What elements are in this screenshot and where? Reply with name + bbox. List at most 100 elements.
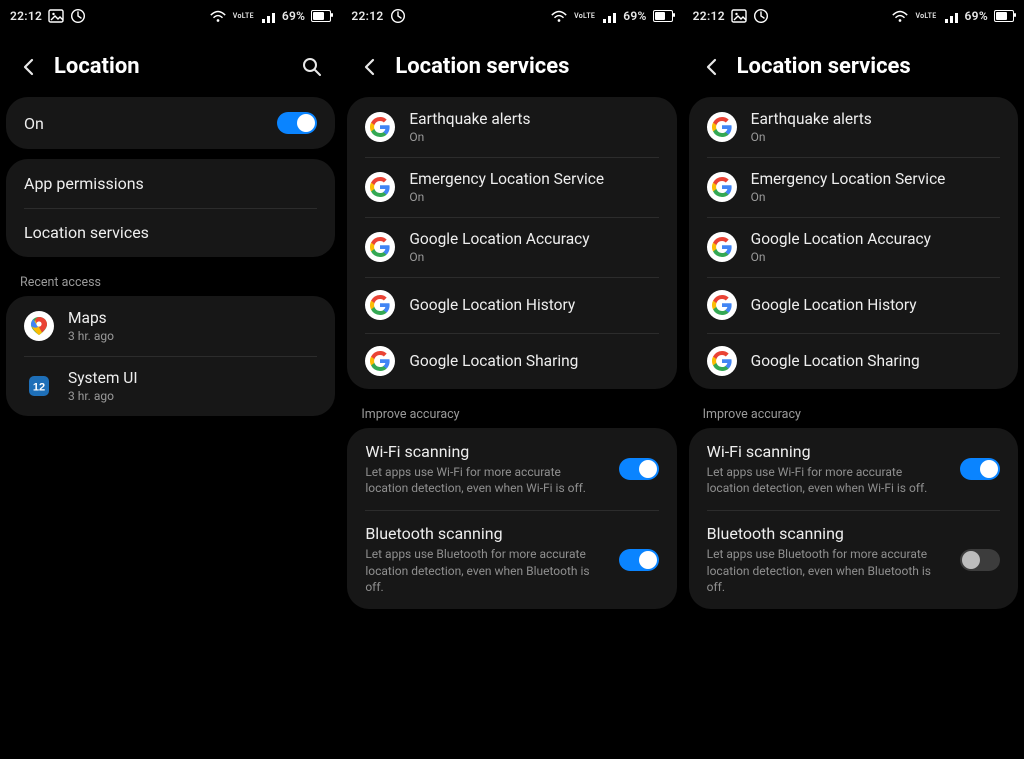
service-label: Google Location Sharing bbox=[409, 352, 658, 370]
wifi-scanning-row[interactable]: Wi-Fi scanning Let apps use Wi-Fi for mo… bbox=[689, 428, 1018, 510]
wifi-scanning-toggle[interactable] bbox=[960, 458, 1000, 480]
improve-accuracy-label: Improve accuracy bbox=[683, 399, 1024, 428]
battery-icon bbox=[311, 10, 331, 22]
app-time: 3 hr. ago bbox=[68, 389, 317, 403]
service-row[interactable]: Emergency Location Service On bbox=[347, 157, 676, 217]
bluetooth-scanning-toggle[interactable] bbox=[960, 549, 1000, 571]
header: Location services bbox=[683, 30, 1024, 97]
service-label: Google Location History bbox=[751, 296, 1000, 314]
service-label: Google Location Accuracy bbox=[409, 230, 658, 248]
scan-label: Bluetooth scanning bbox=[365, 524, 604, 543]
service-row[interactable]: Google Location Sharing bbox=[689, 333, 1018, 389]
google-icon bbox=[707, 112, 737, 142]
volte-badge: VoLTE bbox=[574, 12, 595, 20]
service-sub: On bbox=[409, 190, 658, 204]
service-sub: On bbox=[409, 250, 658, 264]
page-title: Location bbox=[54, 54, 287, 79]
battery-pct: 69% bbox=[623, 9, 646, 23]
wifi-scanning-row[interactable]: Wi-Fi scanning Let apps use Wi-Fi for mo… bbox=[347, 428, 676, 510]
back-button[interactable] bbox=[18, 56, 40, 78]
service-sub: On bbox=[751, 190, 1000, 204]
google-icon bbox=[365, 290, 395, 320]
scan-label: Bluetooth scanning bbox=[707, 524, 946, 543]
scan-desc: Let apps use Bluetooth for more accurate… bbox=[365, 546, 595, 595]
wifi-icon bbox=[891, 8, 909, 24]
bluetooth-scanning-row[interactable]: Bluetooth scanning Let apps use Bluetoot… bbox=[689, 510, 1018, 609]
master-label: On bbox=[24, 114, 263, 133]
service-label: Emergency Location Service bbox=[751, 170, 1000, 188]
back-button[interactable] bbox=[701, 56, 723, 78]
bluetooth-scanning-toggle[interactable] bbox=[619, 549, 659, 571]
service-row[interactable]: Google Location History bbox=[689, 277, 1018, 333]
app-permissions-row[interactable]: App permissions bbox=[6, 159, 335, 208]
recent-app-row[interactable]: Maps 3 hr. ago bbox=[6, 296, 335, 356]
screen-location-services-a: 22:12 VoLTE 69% Location services Earthq… bbox=[341, 0, 682, 759]
google-icon bbox=[365, 112, 395, 142]
scan-desc: Let apps use Wi-Fi for more accurate loc… bbox=[707, 464, 937, 496]
scan-label: Wi-Fi scanning bbox=[365, 442, 604, 461]
recent-access-card: Maps 3 hr. ago System UI 3 hr. ago bbox=[6, 296, 335, 416]
search-button[interactable] bbox=[301, 56, 323, 78]
row-label: App permissions bbox=[24, 174, 317, 193]
volte-badge: VoLTE bbox=[233, 13, 254, 20]
google-icon bbox=[707, 290, 737, 320]
header: Location bbox=[0, 30, 341, 97]
app-name: Maps bbox=[68, 309, 317, 327]
improve-accuracy-label: Improve accuracy bbox=[341, 399, 682, 428]
status-time: 22:12 bbox=[693, 9, 725, 23]
signal-icon bbox=[260, 9, 276, 23]
google-icon bbox=[707, 232, 737, 262]
bluetooth-scanning-row[interactable]: Bluetooth scanning Let apps use Bluetoot… bbox=[347, 510, 676, 609]
location-master-toggle[interactable] bbox=[277, 112, 317, 134]
service-row[interactable]: Google Location Sharing bbox=[347, 333, 676, 389]
service-row[interactable]: Google Location Accuracy On bbox=[347, 217, 676, 277]
service-row[interactable]: Earthquake alerts On bbox=[347, 97, 676, 157]
google-icon bbox=[365, 232, 395, 262]
status-time: 22:12 bbox=[10, 9, 42, 23]
battery-pct: 69% bbox=[282, 9, 305, 23]
clock-icon bbox=[70, 8, 86, 24]
google-services-card: Earthquake alerts On Emergency Location S… bbox=[347, 97, 676, 389]
service-row[interactable]: Google Location AccuracyOn bbox=[689, 217, 1018, 277]
image-icon bbox=[731, 8, 747, 24]
status-bar: 22:12 VoLTE 69% bbox=[683, 0, 1024, 30]
system-ui-icon bbox=[24, 371, 54, 401]
header: Location services bbox=[341, 30, 682, 97]
back-button[interactable] bbox=[359, 56, 381, 78]
wifi-scanning-toggle[interactable] bbox=[619, 458, 659, 480]
settings-card: App permissions Location services bbox=[6, 159, 335, 257]
location-services-row[interactable]: Location services bbox=[6, 208, 335, 257]
battery-pct: 69% bbox=[965, 9, 988, 23]
scan-label: Wi-Fi scanning bbox=[707, 442, 946, 461]
service-row[interactable]: Emergency Location Service On bbox=[689, 157, 1018, 217]
battery-icon bbox=[653, 10, 673, 22]
service-label: Google Location History bbox=[409, 296, 658, 314]
scanning-card: Wi-Fi scanning Let apps use Wi-Fi for mo… bbox=[347, 428, 676, 609]
location-master-row[interactable]: On bbox=[6, 97, 335, 149]
service-label: Emergency Location Service bbox=[409, 170, 658, 188]
app-name: System UI bbox=[68, 369, 317, 387]
image-icon bbox=[48, 8, 64, 24]
page-title: Location services bbox=[395, 54, 664, 79]
status-bar: 22:12 VoLTE 69% bbox=[0, 0, 341, 30]
service-sub: On bbox=[751, 250, 1000, 264]
status-time: 22:12 bbox=[351, 9, 383, 23]
service-sub: On bbox=[409, 130, 658, 144]
service-row[interactable]: Earthquake alertsOn bbox=[689, 97, 1018, 157]
google-icon bbox=[365, 172, 395, 202]
service-label: Earthquake alerts bbox=[751, 110, 1000, 128]
clock-icon bbox=[390, 8, 406, 24]
service-label: Earthquake alerts bbox=[409, 110, 658, 128]
wifi-icon bbox=[209, 8, 227, 24]
row-label: Location services bbox=[24, 223, 317, 242]
page-title: Location services bbox=[737, 54, 1006, 79]
screen-location-services-b: 22:12 VoLTE 69% Location services Earthq… bbox=[683, 0, 1024, 759]
scan-desc: Let apps use Bluetooth for more accurate… bbox=[707, 546, 937, 595]
google-icon bbox=[707, 346, 737, 376]
signal-icon bbox=[601, 9, 617, 23]
recent-app-row[interactable]: System UI 3 hr. ago bbox=[6, 356, 335, 416]
service-row[interactable]: Google Location History bbox=[347, 277, 676, 333]
wifi-icon bbox=[550, 8, 568, 24]
maps-icon bbox=[24, 311, 54, 341]
google-icon bbox=[707, 172, 737, 202]
